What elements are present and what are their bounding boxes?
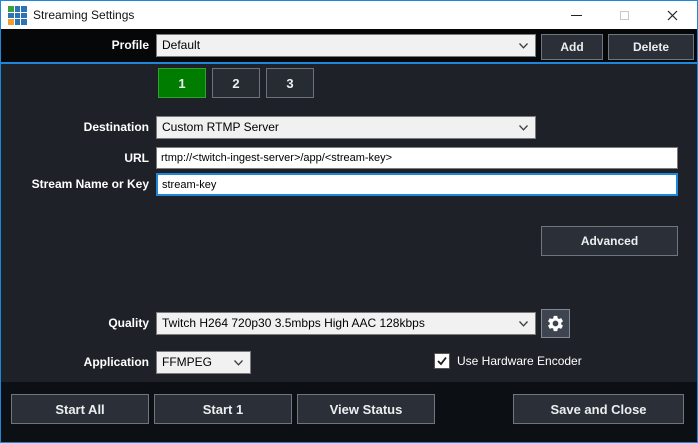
minimize-icon: [571, 15, 582, 16]
save-and-close-button[interactable]: Save and Close: [513, 394, 684, 424]
start-1-button[interactable]: Start 1: [154, 394, 292, 424]
chevron-down-icon: [519, 321, 528, 327]
add-button[interactable]: Add: [541, 34, 603, 60]
window-title: Streaming Settings: [33, 1, 134, 29]
destination-dropdown-value: Custom RTMP Server: [162, 120, 279, 134]
close-icon: [667, 10, 678, 21]
view-status-button[interactable]: View Status: [297, 394, 435, 424]
hardware-encoder-checkbox[interactable]: [434, 353, 450, 369]
streaming-settings-window: Streaming Settings Profile Default Add D…: [0, 0, 698, 443]
accent-separator: [1, 62, 697, 64]
quality-dropdown-value: Twitch H264 720p30 3.5mbps High AAC 128k…: [162, 316, 425, 330]
application-label: Application: [1, 351, 149, 374]
app-icon: [8, 6, 27, 25]
close-button[interactable]: [647, 1, 697, 29]
titlebar: Streaming Settings: [1, 1, 697, 29]
chevron-down-icon: [519, 43, 528, 49]
gear-icon: [546, 314, 565, 333]
tab-2[interactable]: 2: [212, 68, 260, 98]
destination-dropdown[interactable]: Custom RTMP Server: [156, 116, 536, 139]
tab-3[interactable]: 3: [266, 68, 314, 98]
advanced-button[interactable]: Advanced: [541, 226, 678, 256]
maximize-icon: [620, 11, 629, 20]
tab-1[interactable]: 1: [158, 68, 206, 98]
profile-label: Profile: [1, 29, 149, 62]
application-dropdown[interactable]: FFMPEG: [156, 351, 251, 374]
url-label: URL: [1, 147, 149, 169]
start-all-button[interactable]: Start All: [11, 394, 149, 424]
hardware-encoder-label[interactable]: Use Hardware Encoder: [457, 351, 582, 372]
url-input[interactable]: [156, 147, 678, 169]
check-icon: [436, 355, 448, 367]
maximize-button[interactable]: [601, 1, 647, 29]
profile-dropdown[interactable]: Default: [156, 34, 536, 57]
destination-label: Destination: [1, 116, 149, 139]
quality-dropdown[interactable]: Twitch H264 720p30 3.5mbps High AAC 128k…: [156, 312, 536, 335]
stream-key-label: Stream Name or Key: [1, 173, 149, 196]
application-dropdown-value: FFMPEG: [162, 355, 212, 369]
chevron-down-icon: [519, 125, 528, 131]
quality-label: Quality: [1, 312, 149, 335]
minimize-button[interactable]: [553, 1, 599, 29]
chevron-down-icon: [234, 360, 243, 366]
stream-key-input[interactable]: [156, 173, 678, 196]
delete-button[interactable]: Delete: [608, 34, 694, 60]
profile-dropdown-value: Default: [162, 38, 200, 52]
quality-settings-button[interactable]: [541, 309, 570, 338]
